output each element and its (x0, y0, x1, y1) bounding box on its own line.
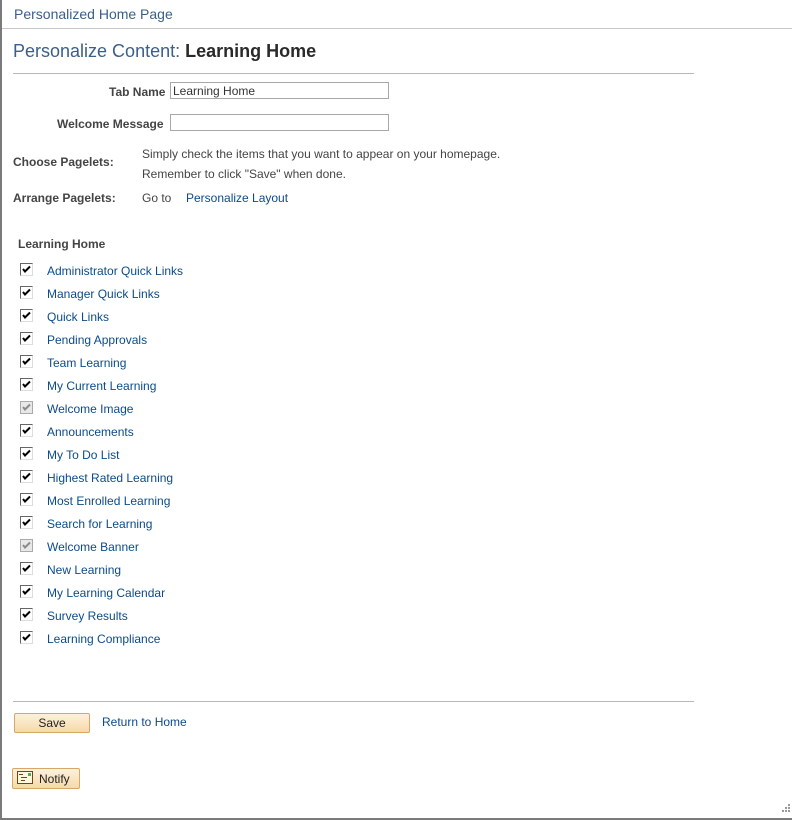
checkmark-icon (22, 541, 31, 549)
pagelet-checkbox[interactable] (20, 377, 33, 391)
title-divider (13, 73, 694, 74)
pagelet-checkbox[interactable] (20, 262, 33, 276)
return-to-home-link[interactable]: Return to Home (102, 715, 187, 729)
header-divider (2, 28, 792, 29)
pagelet-label[interactable]: New Learning (47, 563, 121, 577)
pagelet-list: Administrator Quick Links Manager Quick L… (20, 259, 183, 650)
checkmark-icon (22, 472, 31, 480)
pagelet-item: Announcements (20, 420, 183, 443)
pagelet-checkbox[interactable] (20, 308, 33, 322)
pagelet-item: My Current Learning (20, 374, 183, 397)
pagelet-item: Team Learning (20, 351, 183, 374)
pagelet-checkbox[interactable] (20, 331, 33, 345)
checkmark-icon (22, 518, 31, 526)
pagelet-label[interactable]: Administrator Quick Links (47, 264, 183, 278)
pagelet-item: Welcome Banner (20, 535, 183, 558)
choose-pagelets-instruction: Simply check the items that you want to … (142, 147, 501, 161)
checkmark-icon (22, 564, 31, 572)
checkmark-icon (22, 380, 31, 388)
pagelet-label[interactable]: My To Do List (47, 448, 119, 462)
pagelet-checkbox[interactable] (20, 354, 33, 368)
pagelet-checkbox[interactable] (20, 561, 33, 575)
pagelet-checkbox[interactable] (20, 584, 33, 598)
pagelet-item: Learning Compliance (20, 627, 183, 650)
choose-pagelets-label: Choose Pagelets: (13, 155, 114, 169)
pagelet-item: Most Enrolled Learning (20, 489, 183, 512)
pagelet-checkbox[interactable] (20, 285, 33, 299)
pagelet-label[interactable]: My Learning Calendar (47, 586, 165, 600)
pagelet-section-title: Learning Home (18, 237, 106, 251)
pagelet-checkbox (20, 538, 33, 552)
tab-name-input[interactable] (170, 82, 389, 99)
pagelet-checkbox (20, 400, 33, 414)
pagelet-item: Manager Quick Links (20, 282, 183, 305)
checkmark-icon (22, 633, 31, 641)
pagelet-checkbox[interactable] (20, 469, 33, 483)
pagelet-item: Search for Learning (20, 512, 183, 535)
pagelet-label[interactable]: Manager Quick Links (47, 287, 160, 301)
window-left-border (0, 0, 2, 818)
checkmark-icon (22, 357, 31, 365)
checkmark-icon (22, 334, 31, 342)
checkmark-icon (22, 311, 31, 319)
pagelet-label[interactable]: Search for Learning (47, 517, 152, 531)
page-title: Personalize Content: Learning Home (13, 41, 316, 62)
save-button[interactable]: Save (14, 713, 90, 733)
pagelet-label[interactable]: Survey Results (47, 609, 128, 623)
tab-name-label: Tab Name (109, 85, 166, 99)
checkmark-icon (22, 288, 31, 296)
notify-envelope-icon (17, 770, 33, 787)
pagelet-checkbox[interactable] (20, 446, 33, 460)
footer-divider (13, 701, 694, 702)
welcome-message-label: Welcome Message (57, 117, 164, 131)
go-to-text: Go to (142, 191, 172, 205)
pagelet-checkbox[interactable] (20, 515, 33, 529)
pagelet-checkbox[interactable] (20, 630, 33, 644)
pagelet-item: Welcome Image (20, 397, 183, 420)
pagelet-label[interactable]: Most Enrolled Learning (47, 494, 170, 508)
pagelet-label[interactable]: Welcome Banner (47, 540, 139, 554)
pagelet-checkbox[interactable] (20, 423, 33, 437)
pagelet-item: Survey Results (20, 604, 183, 627)
checkmark-icon (22, 426, 31, 434)
notify-button[interactable]: Notify (12, 768, 80, 789)
pagelet-item: Administrator Quick Links (20, 259, 183, 282)
pagelet-label[interactable]: Learning Compliance (47, 632, 160, 646)
pagelet-label[interactable]: Highest Rated Learning (47, 471, 173, 485)
arrange-pagelets-label: Arrange Pagelets: (13, 191, 116, 205)
pagelet-item: Quick Links (20, 305, 183, 328)
pagelet-item: Highest Rated Learning (20, 466, 183, 489)
checkmark-icon (22, 449, 31, 457)
checkmark-icon (22, 403, 31, 411)
page-title-prefix: Personalize Content: (13, 41, 181, 61)
pagelet-checkbox[interactable] (20, 607, 33, 621)
pagelet-label[interactable]: My Current Learning (47, 379, 156, 393)
personalize-layout-link[interactable]: Personalize Layout (186, 191, 288, 205)
pagelet-label[interactable]: Quick Links (47, 310, 109, 324)
resize-grip-icon[interactable] (780, 799, 790, 817)
page-title-name: Learning Home (185, 41, 317, 61)
checkmark-icon (22, 495, 31, 503)
pagelet-label[interactable]: Team Learning (47, 356, 126, 370)
welcome-message-input[interactable] (170, 114, 389, 131)
checkmark-icon (22, 610, 31, 618)
pagelet-item: My To Do List (20, 443, 183, 466)
pagelet-label[interactable]: Announcements (47, 425, 134, 439)
pagelet-checkbox[interactable] (20, 492, 33, 506)
pagelet-item: My Learning Calendar (20, 581, 183, 604)
checkmark-icon (22, 587, 31, 595)
save-reminder: Remember to click "Save" when done. (142, 167, 346, 181)
checkmark-icon (22, 265, 31, 273)
pagelet-item: New Learning (20, 558, 183, 581)
notify-button-label: Notify (39, 771, 70, 786)
breadcrumb: Personalized Home Page (14, 6, 173, 22)
pagelet-label[interactable]: Pending Approvals (47, 333, 147, 347)
pagelet-label[interactable]: Welcome Image (47, 402, 133, 416)
pagelet-item: Pending Approvals (20, 328, 183, 351)
